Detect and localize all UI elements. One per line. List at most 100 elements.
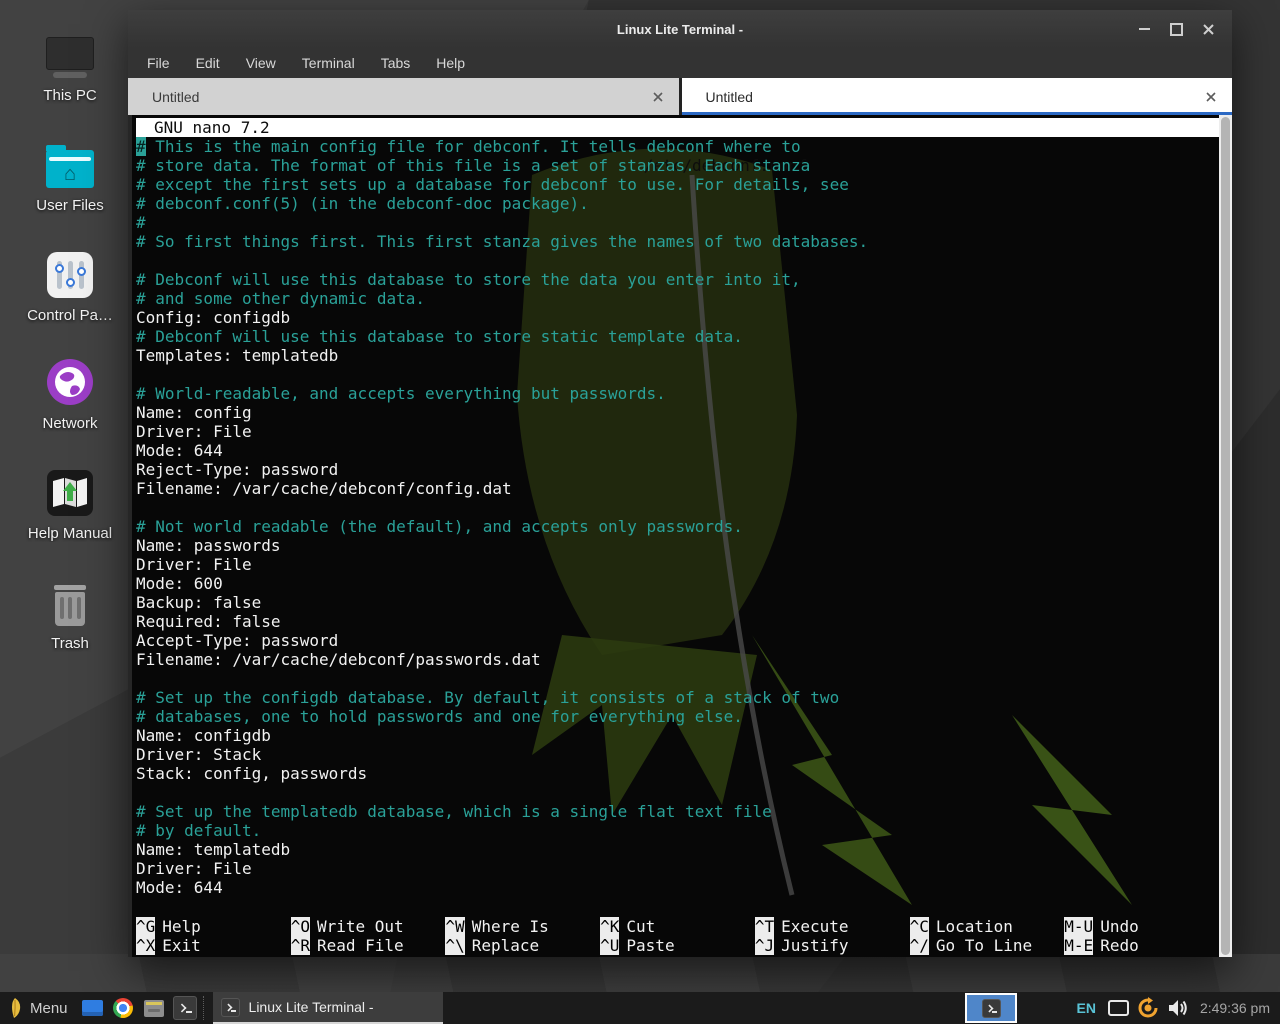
nano-shortcut-bar: ^GHelp^OWrite Out^WWhere Is^KCut^TExecut… xyxy=(132,917,1219,957)
editor-line: Filename: /var/cache/debconf/passwords.d… xyxy=(136,650,1219,669)
close-icon xyxy=(653,92,663,102)
shortcut-key: M-U xyxy=(1064,917,1093,936)
archive-icon xyxy=(144,1000,164,1017)
archive-launcher[interactable] xyxy=(141,995,168,1022)
editor-line: Mode: 644 xyxy=(136,878,1219,897)
shortcut-key: ^U xyxy=(600,936,619,955)
scrollbar-track[interactable] xyxy=(1219,115,1232,957)
chrome-launcher[interactable] xyxy=(110,995,137,1022)
editor-line: Config: configdb xyxy=(136,308,1219,327)
update-notifier-icon[interactable] xyxy=(1137,997,1159,1019)
menu-tabs[interactable]: Tabs xyxy=(368,48,424,78)
terminal-launcher[interactable] xyxy=(172,995,199,1022)
shortcut-label: Redo xyxy=(1100,936,1139,955)
editor-line: # Not world readable (the default), and … xyxy=(136,517,1219,536)
editor-line: # Debconf will use this database to stor… xyxy=(136,327,1219,346)
minimize-button[interactable] xyxy=(1128,10,1160,48)
nano-shortcut: ^UPaste xyxy=(600,936,755,955)
editor-line: # xyxy=(136,213,1219,232)
maximize-icon xyxy=(1170,23,1183,36)
minimize-icon xyxy=(1139,28,1150,30)
menubar: File Edit View Terminal Tabs Help xyxy=(128,48,1232,78)
shortcut-key: M-E xyxy=(1064,936,1093,955)
editor-line: Driver: Stack xyxy=(136,745,1219,764)
scrollbar-thumb[interactable] xyxy=(1221,117,1230,955)
nano-shortcut: ^JJustify xyxy=(755,936,910,955)
shortcut-key: ^\ xyxy=(445,936,464,955)
shortcut-label: Go To Line xyxy=(936,936,1032,955)
nano-shortcut: ^KCut xyxy=(600,917,755,936)
shortcut-key: ^G xyxy=(136,917,155,936)
close-button[interactable] xyxy=(1192,10,1224,48)
terminal-view[interactable]: GNU nano 7.2 /etc/debconf.conf # This is… xyxy=(132,115,1232,957)
tab-close-button[interactable] xyxy=(1204,90,1218,104)
nano-shortcut: M-UUndo xyxy=(1064,917,1219,936)
task-button-terminal[interactable]: Linux Lite Terminal - xyxy=(213,992,443,1024)
workspace-pager[interactable] xyxy=(965,993,1017,1023)
taskbar-clock[interactable]: 2:49:36 pm xyxy=(1200,1000,1270,1016)
shortcut-key: ^/ xyxy=(910,936,929,955)
editor-line: # Debconf will use this database to stor… xyxy=(136,270,1219,289)
editor-line: Required: false xyxy=(136,612,1219,631)
editor-line: Driver: File xyxy=(136,422,1219,441)
editor-line: Reject-Type: password xyxy=(136,460,1219,479)
nano-editor[interactable]: GNU nano 7.2 /etc/debconf.conf # This is… xyxy=(132,115,1219,957)
desktop-icon-label: User Files xyxy=(18,197,122,214)
nano-shortcut: ^RRead File xyxy=(291,936,446,955)
editor-line: # store data. The format of this file is… xyxy=(136,156,1219,175)
editor-line: # databases, one to hold passwords and o… xyxy=(136,707,1219,726)
editor-line: # This is the main config file for debco… xyxy=(136,137,1219,156)
start-menu-button[interactable]: Menu xyxy=(0,992,77,1024)
chrome-icon xyxy=(113,998,133,1018)
shortcut-label: Exit xyxy=(162,936,201,955)
keyboard-layout-indicator[interactable]: EN xyxy=(1076,1000,1095,1016)
globe-icon xyxy=(18,356,122,406)
shortcut-label: Execute xyxy=(781,917,848,936)
linux-lite-logo-icon xyxy=(8,997,23,1019)
editor-line: Driver: File xyxy=(136,555,1219,574)
tab-label: Untitled xyxy=(682,89,753,105)
nano-shortcut: ^TExecute xyxy=(755,917,910,936)
menu-help[interactable]: Help xyxy=(423,48,478,78)
shortcut-label: Where Is xyxy=(472,917,549,936)
window-titlebar[interactable]: Linux Lite Terminal - xyxy=(128,10,1232,48)
file-manager-launcher[interactable] xyxy=(79,995,106,1022)
desktop-icon-label: Help Manual xyxy=(18,525,122,542)
desktop-icon-trash[interactable]: Trash xyxy=(18,576,122,652)
editor-line: # So first things first. This first stan… xyxy=(136,232,1219,251)
volume-icon[interactable] xyxy=(1168,999,1188,1017)
editor-line: Templates: templatedb xyxy=(136,346,1219,365)
tab-untitled-1[interactable]: Untitled xyxy=(128,78,679,115)
tab-untitled-2[interactable]: Untitled xyxy=(682,78,1233,115)
shortcut-label: Cut xyxy=(626,917,655,936)
desktop-icon-network[interactable]: Network xyxy=(18,356,122,432)
taskbar-separator xyxy=(203,996,211,1020)
tab-close-button[interactable] xyxy=(651,90,665,104)
editor-text-area[interactable]: # This is the main config file for debco… xyxy=(132,137,1219,917)
desktop-icon-this-pc[interactable]: This PC xyxy=(18,28,122,104)
terminal-icon xyxy=(221,998,240,1017)
shortcut-key: ^C xyxy=(910,917,929,936)
editor-line: Stack: config, passwords xyxy=(136,764,1219,783)
display-icon[interactable] xyxy=(1108,1000,1129,1016)
window-title: Linux Lite Terminal - xyxy=(617,22,743,37)
nano-shortcut: ^CLocation xyxy=(910,917,1065,936)
editor-line: Filename: /var/cache/debconf/config.dat xyxy=(136,479,1219,498)
desktop-icon-help-manual[interactable]: Help Manual xyxy=(18,466,122,542)
desktop-icon-control-panel[interactable]: Control Pa… xyxy=(18,248,122,324)
editor-line: Backup: false xyxy=(136,593,1219,612)
tab-bar: Untitled Untitled xyxy=(128,78,1232,115)
sliders-icon xyxy=(18,248,122,298)
menu-file[interactable]: File xyxy=(134,48,183,78)
menu-terminal[interactable]: Terminal xyxy=(289,48,368,78)
desktop-icon-label: Trash xyxy=(18,635,122,652)
desktop-icon-user-files[interactable]: ⌂ User Files xyxy=(18,138,122,214)
menu-edit[interactable]: Edit xyxy=(183,48,233,78)
menu-view[interactable]: View xyxy=(233,48,289,78)
terminal-icon xyxy=(982,999,1001,1018)
nano-shortcut: ^WWhere Is xyxy=(445,917,600,936)
editor-line: # World-readable, and accepts everything… xyxy=(136,384,1219,403)
maximize-button[interactable] xyxy=(1160,10,1192,48)
editor-line: # Set up the configdb database. By defau… xyxy=(136,688,1219,707)
nano-shortcut: ^\Replace xyxy=(445,936,600,955)
